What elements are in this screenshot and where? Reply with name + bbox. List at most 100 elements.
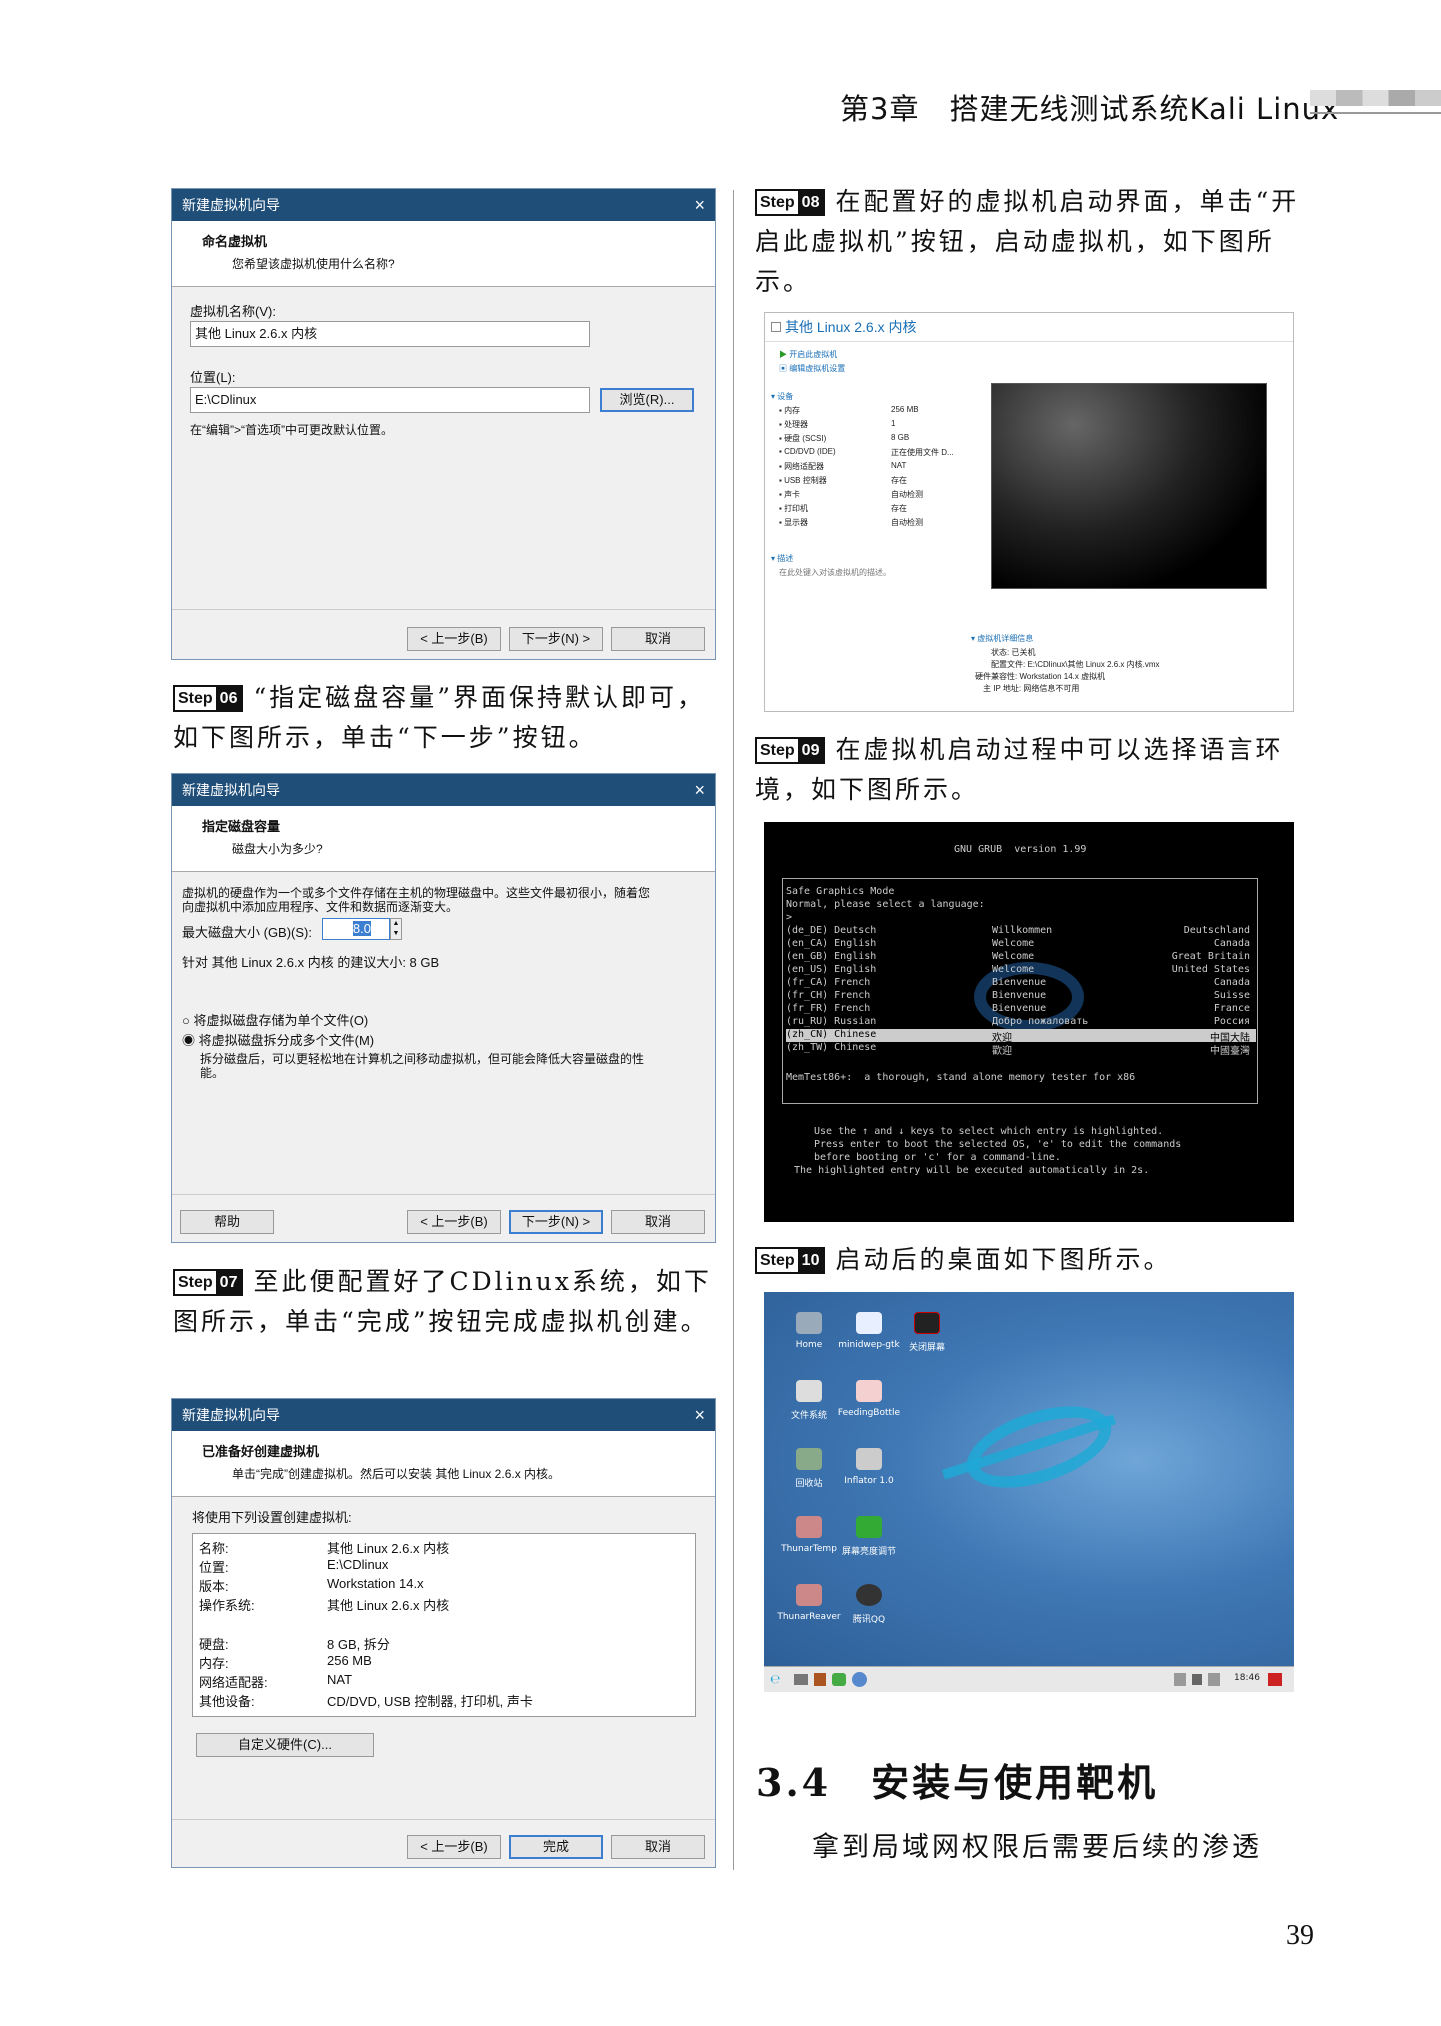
- section-title: 安装与使用靶机: [871, 1760, 1159, 1805]
- terminal-icon[interactable]: [794, 1674, 808, 1685]
- grub-entry[interactable]: (fr_FR) French Bienvenue France: [786, 1003, 1256, 1016]
- grub-line-normal[interactable]: Normal, please select a language:: [786, 899, 985, 910]
- grub-entry[interactable]: (fr_CH) French Bienvenue Suisse: [786, 990, 1256, 1003]
- desktop-icon-screen-off[interactable]: 关闭屏幕: [882, 1312, 972, 1353]
- grub-entry[interactable]: (en_US) English Welcome United States: [786, 964, 1256, 977]
- browse-button[interactable]: 浏览(R)...: [600, 388, 694, 412]
- device-display[interactable]: ▪ 显示器: [779, 517, 808, 528]
- back-button[interactable]: < 上一步(B): [407, 1835, 501, 1859]
- device-memory-value: 256 MB: [891, 405, 919, 414]
- taskbar: ℮ 18:46: [764, 1666, 1294, 1692]
- step-07-badge: Step 07: [173, 1269, 244, 1296]
- device-cdrom[interactable]: ▪ CD/DVD (IDE): [779, 447, 836, 456]
- detail-config-file: 配置文件: E:\CDlinux\其他 Linux 2.6.x 内核.vmx: [991, 660, 1160, 669]
- grub-version: GNU GRUB version 1.99: [954, 844, 1087, 855]
- max-disk-label: 最大磁盘大小 (GB)(S):: [182, 925, 312, 940]
- editor-icon[interactable]: [832, 1673, 846, 1686]
- desktop-icon-brightness[interactable]: 屏幕亮度调节: [824, 1516, 914, 1557]
- start-menu-icon[interactable]: ℮: [770, 1672, 786, 1686]
- radio-single-file[interactable]: ○ 将虚拟磁盘存储为单个文件(O): [182, 1010, 368, 1029]
- device-network-value: NAT: [891, 461, 907, 470]
- wizard-name-vm: 新建虚拟机向导 × 命名虚拟机 您希望该虚拟机使用什么名称? 虚拟机名称(V):…: [171, 188, 716, 660]
- grub-entry-selected[interactable]: (zh_CN) Chinese 欢迎 中国大陆: [786, 1029, 1256, 1044]
- volume-tray-icon[interactable]: [1192, 1674, 1202, 1685]
- back-button[interactable]: < 上一步(B): [407, 1210, 501, 1234]
- radio-split-files[interactable]: ◉ 将虚拟磁盘拆分成多个文件(M): [182, 1030, 374, 1049]
- trash-icon: [796, 1448, 822, 1470]
- grub-entry[interactable]: (de_DE) Deutsch Willkommen Deutschland: [786, 925, 1256, 938]
- desktop-icon-inflator[interactable]: Inflator 1.0: [824, 1448, 914, 1486]
- wizard-ready-to-create: 新建虚拟机向导 × 已准备好创建虚拟机 单击“完成”创建虚拟机。然后可以安装 其…: [171, 1398, 716, 1868]
- step-08-badge: Step 08: [755, 189, 826, 216]
- location-input[interactable]: E:\CDlinux: [190, 387, 590, 413]
- split-desc-line1: 拆分磁盘后，可以更轻松地在计算机之间移动虚拟机，但可能会降低大容量磁盘的性: [200, 1052, 645, 1066]
- vm-screen-preview[interactable]: [991, 383, 1267, 589]
- exit-icon[interactable]: [1268, 1673, 1282, 1686]
- vm-tab-title[interactable]: 其他 Linux 2.6.x 内核: [771, 317, 917, 337]
- device-sound[interactable]: ▪ 声卡: [779, 489, 800, 500]
- device-network[interactable]: ▪ 网络适配器: [779, 461, 824, 472]
- power-on-link[interactable]: ▶ 开启此虚拟机: [779, 349, 837, 360]
- grub-entry[interactable]: (en_CA) English Welcome Canada: [786, 938, 1256, 951]
- devices-section-header[interactable]: ▾ 设备: [771, 391, 793, 402]
- dialog-subheading: 单击“完成”创建虚拟机。然后可以安装 其他 Linux 2.6.x 内核。: [232, 1467, 561, 1481]
- max-disk-input[interactable]: 8.0: [322, 918, 390, 940]
- device-usb-value: 存在: [891, 476, 907, 485]
- device-usb[interactable]: ▪ USB 控制器: [779, 475, 827, 486]
- grub-memtest[interactable]: MemTest86+: a thorough, stand alone memo…: [786, 1072, 1135, 1083]
- customize-hardware-button[interactable]: 自定义硬件(C)...: [196, 1733, 374, 1757]
- desktop-icon-qq[interactable]: 腾讯QQ: [824, 1584, 914, 1625]
- dialog-header: 指定磁盘容量 磁盘大小为多少?: [172, 806, 715, 872]
- dialog-titlebar: 新建虚拟机向导 ×: [172, 774, 715, 806]
- disk-size-spinner[interactable]: ▲ ▼: [390, 918, 402, 940]
- grub-entry[interactable]: (ru_RU) Russian Добро пожаловать Россия: [786, 1016, 1256, 1029]
- next-button[interactable]: 下一步(N) >: [509, 627, 603, 651]
- summary-row: 版本: Workstation 14.x: [199, 1576, 424, 1594]
- close-icon[interactable]: ×: [694, 774, 705, 806]
- device-cpu[interactable]: ▪ 处理器: [779, 419, 808, 430]
- radio-unchecked-icon[interactable]: ○: [182, 1013, 190, 1028]
- dialog-heading: 已准备好创建虚拟机: [202, 1444, 320, 1459]
- detail-ip: 主 IP 地址: 网络信息不可用: [983, 684, 1080, 693]
- cancel-button[interactable]: 取消: [611, 627, 705, 651]
- device-memory[interactable]: ▪ 内存: [779, 405, 800, 416]
- description-placeholder[interactable]: 在此处键入对该虚拟机的描述。: [779, 567, 891, 578]
- body-continuation: 拿到局域网权限后需要后续的渗透: [812, 1832, 1262, 1863]
- step-10-text: 启动后的桌面如下图所示。: [835, 1245, 1172, 1274]
- vm-details-header[interactable]: ▾ 虚拟机详细信息: [971, 633, 1033, 644]
- grub-entry[interactable]: (zh_TW) Chinese 歡迎 中國臺灣: [786, 1042, 1256, 1057]
- network-tray-icon[interactable]: [1174, 1673, 1186, 1686]
- browser-icon[interactable]: [852, 1672, 867, 1687]
- edit-settings-link[interactable]: ▣ 编辑虚拟机设置: [779, 363, 845, 374]
- cancel-button[interactable]: 取消: [611, 1835, 705, 1859]
- grub-boot-menu: GNU GRUB version 1.99 Safe Graphics Mode…: [764, 822, 1294, 1222]
- clock[interactable]: 18:46: [1234, 1673, 1260, 1683]
- back-button[interactable]: < 上一步(B): [407, 627, 501, 651]
- device-disk[interactable]: ▪ 硬盘 (SCSI): [779, 433, 826, 444]
- vm-name-input[interactable]: 其他 Linux 2.6.x 内核: [190, 321, 590, 347]
- grub-entry[interactable]: (fr_CA) French Bienvenue Canada: [786, 977, 1256, 990]
- description-section-header[interactable]: ▾ 描述: [771, 553, 793, 564]
- cancel-button[interactable]: 取消: [611, 1210, 705, 1234]
- device-sound-value: 自动检测: [891, 490, 923, 499]
- finish-button[interactable]: 完成: [509, 1835, 603, 1859]
- grub-entry[interactable]: (en_GB) English Welcome Great Britain: [786, 951, 1256, 964]
- dialog-subheading: 您希望该虚拟机使用什么名称?: [232, 257, 395, 271]
- radio-checked-icon[interactable]: ◉: [182, 1033, 195, 1048]
- device-printer[interactable]: ▪ 打印机: [779, 503, 808, 514]
- keyboard-tray-icon[interactable]: [1208, 1673, 1220, 1686]
- desktop-icon-feedingbottle[interactable]: FeedingBottle: [824, 1380, 914, 1418]
- files-icon[interactable]: [814, 1673, 826, 1686]
- close-icon[interactable]: ×: [694, 189, 705, 221]
- next-button[interactable]: 下一步(N) >: [509, 1210, 603, 1234]
- step-07-text: 至此便配置好了CDlinux系统，如下图所示，单击“完成”按钮完成虚拟机创建。: [173, 1267, 712, 1336]
- settings-intro: 将使用下列设置创建虚拟机:: [192, 1510, 352, 1525]
- help-button[interactable]: 帮助: [180, 1210, 274, 1234]
- summary-row: 内存: 256 MB: [199, 1653, 372, 1671]
- grub-line-safe[interactable]: Safe Graphics Mode: [786, 886, 894, 897]
- column-divider: [733, 190, 734, 1870]
- close-icon[interactable]: ×: [694, 1399, 705, 1431]
- step-08-text: 在配置好的虚拟机启动界面，单击“开启此虚拟机”按钮，启动虚拟机，如下图所示。: [755, 187, 1300, 296]
- footer-divider: [172, 609, 715, 610]
- location-hint: 在“编辑”>“首选项”中可更改默认位置。: [190, 423, 393, 437]
